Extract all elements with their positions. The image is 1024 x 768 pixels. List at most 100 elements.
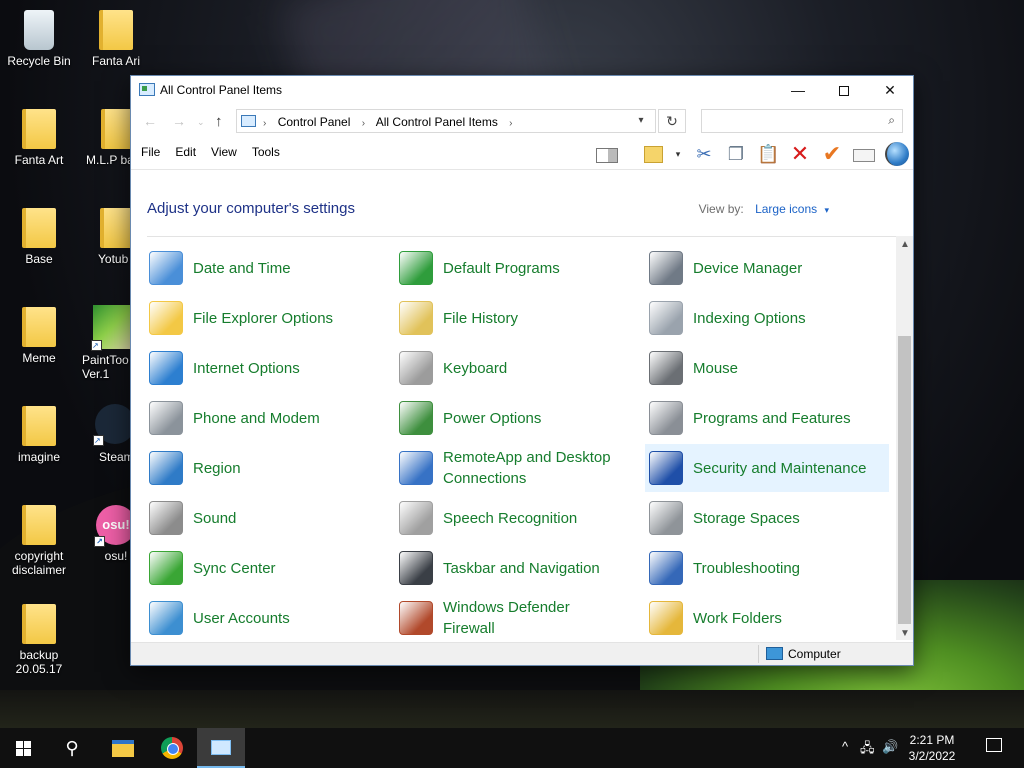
scroll-up-icon[interactable]: ▲ xyxy=(900,239,910,250)
control-panel-taskbar-button[interactable] xyxy=(197,728,245,768)
preview-pane-icon[interactable] xyxy=(596,147,618,163)
refresh-button[interactable]: ↻ xyxy=(658,109,686,133)
menu-file[interactable]: File xyxy=(141,145,160,159)
cp-item-file-explorer-options[interactable]: File Explorer Options xyxy=(145,294,389,342)
title-bar[interactable]: All Control Panel Items — ✕ xyxy=(131,76,913,104)
cp-item-power-options[interactable]: Power Options xyxy=(395,394,639,442)
cp-item-work-folders[interactable]: Work Folders xyxy=(645,594,889,642)
view-by-dropdown[interactable]: Large icons xyxy=(755,202,817,216)
globe-icon[interactable] xyxy=(885,142,909,166)
wallpaper-ground xyxy=(0,690,1024,730)
desktop-icon-imagine[interactable]: imagine xyxy=(0,406,78,464)
desktop-icon-backup[interactable]: backup 20.05.17 xyxy=(0,604,78,676)
vertical-scrollbar[interactable]: ▲ ▼ xyxy=(896,236,913,640)
desktop-icon-mlp[interactable]: M.L.P ba xyxy=(77,109,130,167)
clock-date: 3/2/2022 xyxy=(908,749,956,763)
close-button[interactable]: ✕ xyxy=(867,76,913,104)
folder-icon xyxy=(22,208,56,248)
work-folders-icon xyxy=(649,601,683,635)
cp-item-date-and-time[interactable]: Date and Time xyxy=(145,244,389,292)
cp-item-windows-defender-firewall[interactable]: Windows Defender Firewall xyxy=(395,594,639,642)
cp-item-file-history[interactable]: File History xyxy=(395,294,639,342)
control-panel-window[interactable]: All Control Panel Items — ✕ ← → ⌄ ↑ › Co… xyxy=(130,75,914,666)
cp-item-security-and-maintenance[interactable]: Security and Maintenance xyxy=(645,444,889,492)
cp-item-sync-center[interactable]: Sync Center xyxy=(145,544,389,592)
menu-view[interactable]: View xyxy=(211,145,237,159)
control-panel-icon xyxy=(211,740,231,755)
forward-button[interactable]: → xyxy=(172,113,186,129)
clock[interactable]: 2:21 PM 3/2/2022 xyxy=(902,732,962,764)
scroll-down-icon[interactable]: ▼ xyxy=(900,628,910,639)
cp-item-default-programs[interactable]: Default Programs xyxy=(395,244,639,292)
scrollbar-thumb[interactable] xyxy=(898,336,911,624)
cp-item-user-accounts[interactable]: User Accounts xyxy=(145,594,389,642)
desktop-icon-yotub[interactable]: Yotub xyxy=(77,208,130,266)
status-location: Computer xyxy=(788,647,841,661)
cp-item-device-manager[interactable]: Device Manager xyxy=(645,244,889,292)
control-panel-icon xyxy=(139,83,155,96)
cp-item-indexing-options[interactable]: Indexing Options xyxy=(645,294,889,342)
volume-icon[interactable]: 🔊 xyxy=(882,739,898,755)
maximize-button[interactable] xyxy=(821,76,867,104)
cp-item-remoteapp[interactable]: RemoteApp and Desktop Connections xyxy=(395,444,639,492)
search-input[interactable] xyxy=(702,110,872,132)
cp-item-internet-options[interactable]: Internet Options xyxy=(145,344,389,392)
device-manager-icon xyxy=(649,251,683,285)
chevron-down-icon[interactable]: ▾ xyxy=(673,143,683,165)
breadcrumb-control-panel[interactable]: Control Panel xyxy=(278,115,351,129)
back-button[interactable]: ← xyxy=(143,113,157,129)
paste-icon[interactable]: 📋 xyxy=(757,143,779,165)
start-button[interactable] xyxy=(0,728,48,768)
cp-item-mouse[interactable]: Mouse xyxy=(645,344,889,392)
folder-icon xyxy=(22,505,56,545)
minimize-button[interactable]: — xyxy=(775,76,821,104)
desktop-icon-meme[interactable]: Meme xyxy=(0,307,78,365)
rename-icon[interactable] xyxy=(853,149,875,162)
chrome-button[interactable] xyxy=(148,728,196,768)
search-box[interactable]: ⌕ xyxy=(701,109,903,133)
cp-item-phone-and-modem[interactable]: Phone and Modem xyxy=(145,394,389,442)
desktop-icon-painttool[interactable]: ↗ PaintToo Ver.1 xyxy=(77,305,130,381)
network-icon[interactable]: 🖧 xyxy=(860,739,875,761)
desktop-icon-copyright[interactable]: copyright disclaimer xyxy=(0,505,78,577)
cut-icon[interactable]: ✂ xyxy=(693,143,715,165)
desktop-icon-fanta-art[interactable]: Fanta Art xyxy=(0,109,78,167)
painttool-icon: ↗ xyxy=(91,305,130,351)
delete-icon[interactable]: ✕ xyxy=(789,143,811,165)
desktop-icon-base[interactable]: Base xyxy=(0,208,78,266)
file-explorer-button[interactable] xyxy=(98,728,146,768)
cp-item-troubleshooting[interactable]: Troubleshooting xyxy=(645,544,889,592)
cp-item-keyboard[interactable]: Keyboard xyxy=(395,344,639,392)
menu-tools[interactable]: Tools xyxy=(252,145,280,159)
cp-item-programs-and-features[interactable]: Programs and Features xyxy=(645,394,889,442)
toolbar: ▾ ✂ ❐ 📋 ✕ ✔ xyxy=(596,142,909,166)
desktop-icon-recycle-bin[interactable]: Recycle Bin xyxy=(0,10,78,68)
status-separator xyxy=(758,645,759,663)
cp-item-speech-recognition[interactable]: Speech Recognition xyxy=(395,494,639,542)
taskbar: ⚲ ^ 🖧 🔊 2:21 PM 3/2/2022 xyxy=(0,728,1024,768)
recent-locations-button[interactable]: ⌄ xyxy=(197,117,205,128)
cp-item-sound[interactable]: Sound xyxy=(145,494,389,542)
folder-icon xyxy=(100,208,130,248)
up-button[interactable]: ↑ xyxy=(215,113,223,130)
cp-item-region[interactable]: Region xyxy=(145,444,389,492)
address-bar[interactable]: › Control Panel › All Control Panel Item… xyxy=(236,109,656,133)
checkmark-icon[interactable]: ✔ xyxy=(821,143,843,165)
cp-item-storage-spaces[interactable]: Storage Spaces xyxy=(645,494,889,542)
tray-overflow-chevron[interactable]: ^ xyxy=(842,739,848,754)
notification-icon[interactable] xyxy=(986,738,1002,752)
properties-icon[interactable] xyxy=(644,145,663,163)
desktop-icon-steam[interactable]: ↗ Steam xyxy=(77,404,130,464)
address-dropdown-icon[interactable]: ▾ xyxy=(627,110,655,132)
storage-icon xyxy=(649,501,683,535)
speaker-icon xyxy=(149,501,183,535)
menu-edit[interactable]: Edit xyxy=(175,145,196,159)
search-button[interactable]: ⚲ xyxy=(48,728,96,768)
page-heading: Adjust your computer's settings xyxy=(147,200,355,217)
desktop-icon-fanta-ari[interactable]: Fanta Ari xyxy=(77,10,155,68)
copy-icon[interactable]: ❐ xyxy=(725,143,747,165)
cp-item-taskbar-and-navigation[interactable]: Taskbar and Navigation xyxy=(395,544,639,592)
troubleshoot-icon xyxy=(649,551,683,585)
breadcrumb-all-items[interactable]: All Control Panel Items xyxy=(376,115,498,129)
chevron-down-icon[interactable]: ▾ xyxy=(824,205,829,215)
